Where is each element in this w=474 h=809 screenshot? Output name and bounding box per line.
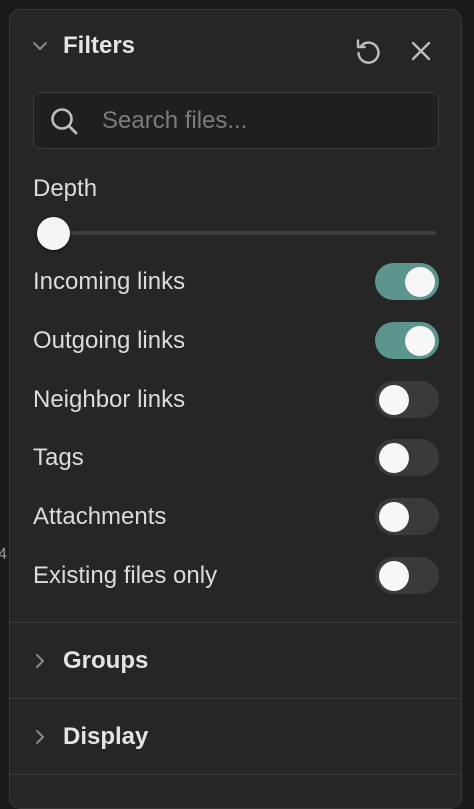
toggle-knob: [379, 442, 409, 473]
background-glyph: 4: [0, 546, 7, 563]
toggle-row-tags: Tags: [10, 438, 461, 478]
tags-toggle[interactable]: [375, 439, 439, 476]
toggle-label: Existing files only: [33, 562, 218, 589]
close-icon[interactable]: [403, 33, 439, 69]
search-input[interactable]: [102, 93, 422, 148]
groups-title: Groups: [63, 647, 149, 674]
toggle-label: Incoming links: [33, 268, 186, 295]
toggle-label: Attachments: [33, 503, 167, 530]
toggle-label: Outgoing links: [33, 327, 186, 354]
graph-filters-panel: Filters Depth Incoming links: [9, 9, 462, 809]
filters-header[interactable]: Filters: [10, 10, 461, 84]
chevron-right-icon: [30, 727, 50, 747]
toggle-row-outgoing-links: Outgoing links: [10, 321, 461, 361]
search-icon: [49, 106, 79, 136]
toggle-knob: [379, 501, 409, 532]
depth-label: Depth: [33, 175, 98, 202]
toggle-label: Tags: [33, 444, 84, 471]
outgoing-links-toggle[interactable]: [375, 322, 439, 359]
depth-slider-thumb[interactable]: [37, 217, 70, 250]
toggle-knob: [405, 325, 435, 356]
attachments-toggle[interactable]: [375, 498, 439, 535]
chevron-down-icon[interactable]: [30, 36, 50, 56]
depth-slider-track[interactable]: [50, 231, 436, 235]
toggle-row-neighbor-links: Neighbor links: [10, 380, 461, 420]
filters-title: Filters: [63, 32, 136, 59]
neighbor-links-toggle[interactable]: [375, 381, 439, 418]
groups-section-header[interactable]: Groups: [10, 623, 461, 697]
toggle-knob: [379, 384, 409, 415]
toggle-knob: [379, 560, 409, 591]
display-title: Display: [63, 723, 149, 750]
existing-files-only-toggle[interactable]: [375, 557, 439, 594]
incoming-links-toggle[interactable]: [375, 263, 439, 300]
rotate-ccw-icon[interactable]: [350, 33, 386, 69]
toggle-row-attachments: Attachments: [10, 497, 461, 537]
toggle-row-existing-files-only: Existing files only: [10, 556, 461, 596]
display-section-header[interactable]: Display: [10, 699, 461, 773]
toggle-knob: [405, 266, 435, 297]
toggle-row-incoming-links: Incoming links: [10, 262, 461, 302]
search-files-field[interactable]: [33, 92, 439, 149]
toggle-label: Neighbor links: [33, 386, 186, 413]
chevron-right-icon: [30, 651, 50, 671]
section-divider: [10, 774, 461, 775]
